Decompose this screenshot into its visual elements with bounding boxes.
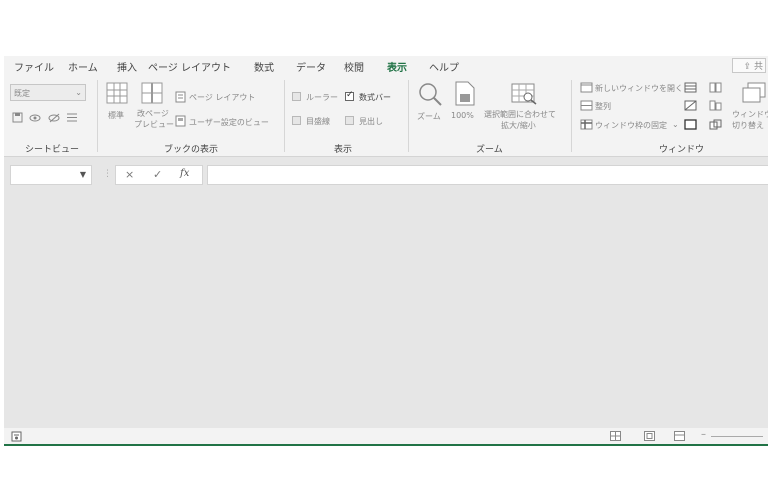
eye-icon[interactable] bbox=[29, 113, 42, 123]
formula-bar-checkbox[interactable] bbox=[345, 90, 354, 101]
formula-input[interactable] bbox=[207, 165, 768, 185]
tab-data[interactable]: データ bbox=[296, 59, 326, 74]
normal-view-label[interactable]: 標準 bbox=[108, 110, 124, 121]
cancel-icon[interactable]: × bbox=[125, 168, 134, 181]
zoom-group-label: ズーム bbox=[476, 145, 503, 155]
share-label: 共 bbox=[753, 62, 763, 72]
status-bar: – bbox=[4, 428, 768, 446]
page-break-preview-label-2[interactable]: プレビュー bbox=[134, 119, 174, 130]
zoom-100-label[interactable]: 100% bbox=[451, 111, 474, 120]
window-group-label: ウィンドウ bbox=[659, 145, 705, 155]
custom-view-icon bbox=[175, 115, 186, 127]
name-box[interactable]: ▼ bbox=[10, 165, 92, 185]
new-window-button[interactable]: 新しいウィンドウを開く bbox=[595, 83, 683, 94]
unhide-icon[interactable] bbox=[684, 119, 697, 130]
group-divider bbox=[284, 80, 285, 152]
page-layout-button[interactable]: ページ レイアウト bbox=[189, 92, 255, 103]
eye-exit-icon[interactable] bbox=[48, 113, 61, 123]
headings-checkbox[interactable] bbox=[345, 116, 354, 125]
zoom-100-icon[interactable] bbox=[455, 81, 475, 106]
arrange-all-button[interactable]: 整列 bbox=[595, 101, 611, 112]
tab-review[interactable]: 校閲 bbox=[344, 59, 364, 74]
sheet-view-value: 既定 bbox=[14, 89, 30, 98]
zoom-to-selection-icon[interactable] bbox=[511, 83, 537, 105]
new-window-icon bbox=[580, 82, 593, 93]
normal-view-status-icon[interactable] bbox=[610, 431, 621, 441]
chevron-down-icon: ⌄ bbox=[672, 120, 679, 129]
excel-window: ファイル ホーム 挿入 ページ レイアウト 数式 データ 校閲 表示 ヘルプ ⇪… bbox=[4, 56, 768, 446]
ribbon: 既定 ⌄ シートビュー 標準 改ページ プレビュー ページ レイアウト ユーザー… bbox=[4, 76, 768, 157]
zoom-to-selection-label-1[interactable]: 選択範囲に合わせて bbox=[484, 109, 556, 120]
ruler-label: ルーラー bbox=[306, 93, 338, 102]
page-layout-icon bbox=[175, 91, 186, 103]
enter-icon[interactable]: ✓ bbox=[153, 168, 162, 181]
vertical-ellipsis-icon[interactable]: ⋮ bbox=[103, 169, 112, 179]
ribbon-tabs: ファイル ホーム 挿入 ページ レイアウト 数式 データ 校閲 表示 ヘルプ ⇪… bbox=[4, 56, 768, 78]
reset-window-position-icon[interactable] bbox=[709, 119, 722, 130]
gridlines-label: 目盛線 bbox=[306, 117, 330, 126]
switch-windows-label-1[interactable]: ウィンドウの bbox=[732, 109, 768, 120]
page-break-preview-icon[interactable] bbox=[141, 82, 163, 104]
insert-function-icon[interactable]: fx bbox=[180, 168, 189, 179]
switch-windows-label-2[interactable]: 切り替え bbox=[732, 120, 764, 131]
tab-file[interactable]: ファイル bbox=[14, 59, 54, 74]
group-divider bbox=[97, 80, 98, 152]
formula-bar: ▼ ⋮ × ✓ fx bbox=[4, 157, 768, 191]
options-list-icon[interactable] bbox=[66, 112, 78, 123]
book-view-group-label: ブックの表示 bbox=[164, 145, 219, 155]
zoom-to-selection-label-2[interactable]: 拡大/縮小 bbox=[501, 120, 536, 131]
group-divider bbox=[408, 80, 409, 152]
chevron-down-icon[interactable]: ▼ bbox=[80, 170, 86, 179]
show-group-label: 表示 bbox=[334, 145, 353, 155]
page-break-status-icon[interactable] bbox=[674, 431, 685, 441]
page-layout-status-icon[interactable] bbox=[644, 431, 655, 441]
synchronous-scrolling-icon[interactable] bbox=[709, 100, 722, 111]
sheet-view-select[interactable]: 既定 ⌄ bbox=[10, 84, 86, 101]
tab-page-layout[interactable]: ページ レイアウト bbox=[148, 59, 231, 74]
chevron-down-icon: ⌄ bbox=[75, 88, 82, 97]
normal-view-icon[interactable] bbox=[106, 82, 128, 104]
view-side-by-side-icon[interactable] bbox=[709, 82, 722, 93]
ruler-checkbox[interactable] bbox=[292, 92, 301, 101]
tab-formulas[interactable]: 数式 bbox=[254, 59, 274, 74]
custom-view-button[interactable]: ユーザー設定のビュー bbox=[189, 117, 269, 128]
zoom-out-icon[interactable]: – bbox=[701, 429, 706, 440]
split-icon[interactable] bbox=[684, 82, 697, 93]
headings-label: 見出し bbox=[359, 117, 383, 126]
share-button[interactable]: ⇪ 共 bbox=[732, 58, 766, 73]
arrange-all-icon bbox=[580, 100, 593, 111]
macro-record-icon[interactable] bbox=[11, 431, 22, 442]
tab-view[interactable]: 表示 bbox=[387, 59, 407, 78]
sheet-view-group-label: シートビュー bbox=[25, 145, 80, 155]
switch-windows-icon[interactable] bbox=[742, 82, 766, 104]
tab-home[interactable]: ホーム bbox=[68, 59, 98, 74]
freeze-panes-button[interactable]: ウィンドウ枠の固定 bbox=[595, 120, 667, 131]
gridlines-checkbox[interactable] bbox=[292, 116, 301, 125]
zoom-magnifier-icon[interactable] bbox=[418, 82, 442, 106]
share-icon: ⇪ bbox=[743, 62, 752, 72]
formula-bar-label: 数式バー bbox=[359, 93, 391, 102]
save-view-icon[interactable] bbox=[12, 112, 23, 123]
page-break-preview-label-1[interactable]: 改ページ bbox=[137, 108, 169, 119]
freeze-panes-icon bbox=[580, 119, 593, 130]
tab-insert[interactable]: 挿入 bbox=[117, 59, 137, 74]
group-divider bbox=[571, 80, 572, 152]
hide-icon[interactable] bbox=[684, 100, 697, 111]
formula-buttons: × ✓ fx bbox=[115, 165, 203, 185]
zoom-slider[interactable] bbox=[711, 436, 763, 437]
tab-help[interactable]: ヘルプ bbox=[429, 59, 459, 74]
zoom-label[interactable]: ズーム bbox=[417, 111, 441, 122]
